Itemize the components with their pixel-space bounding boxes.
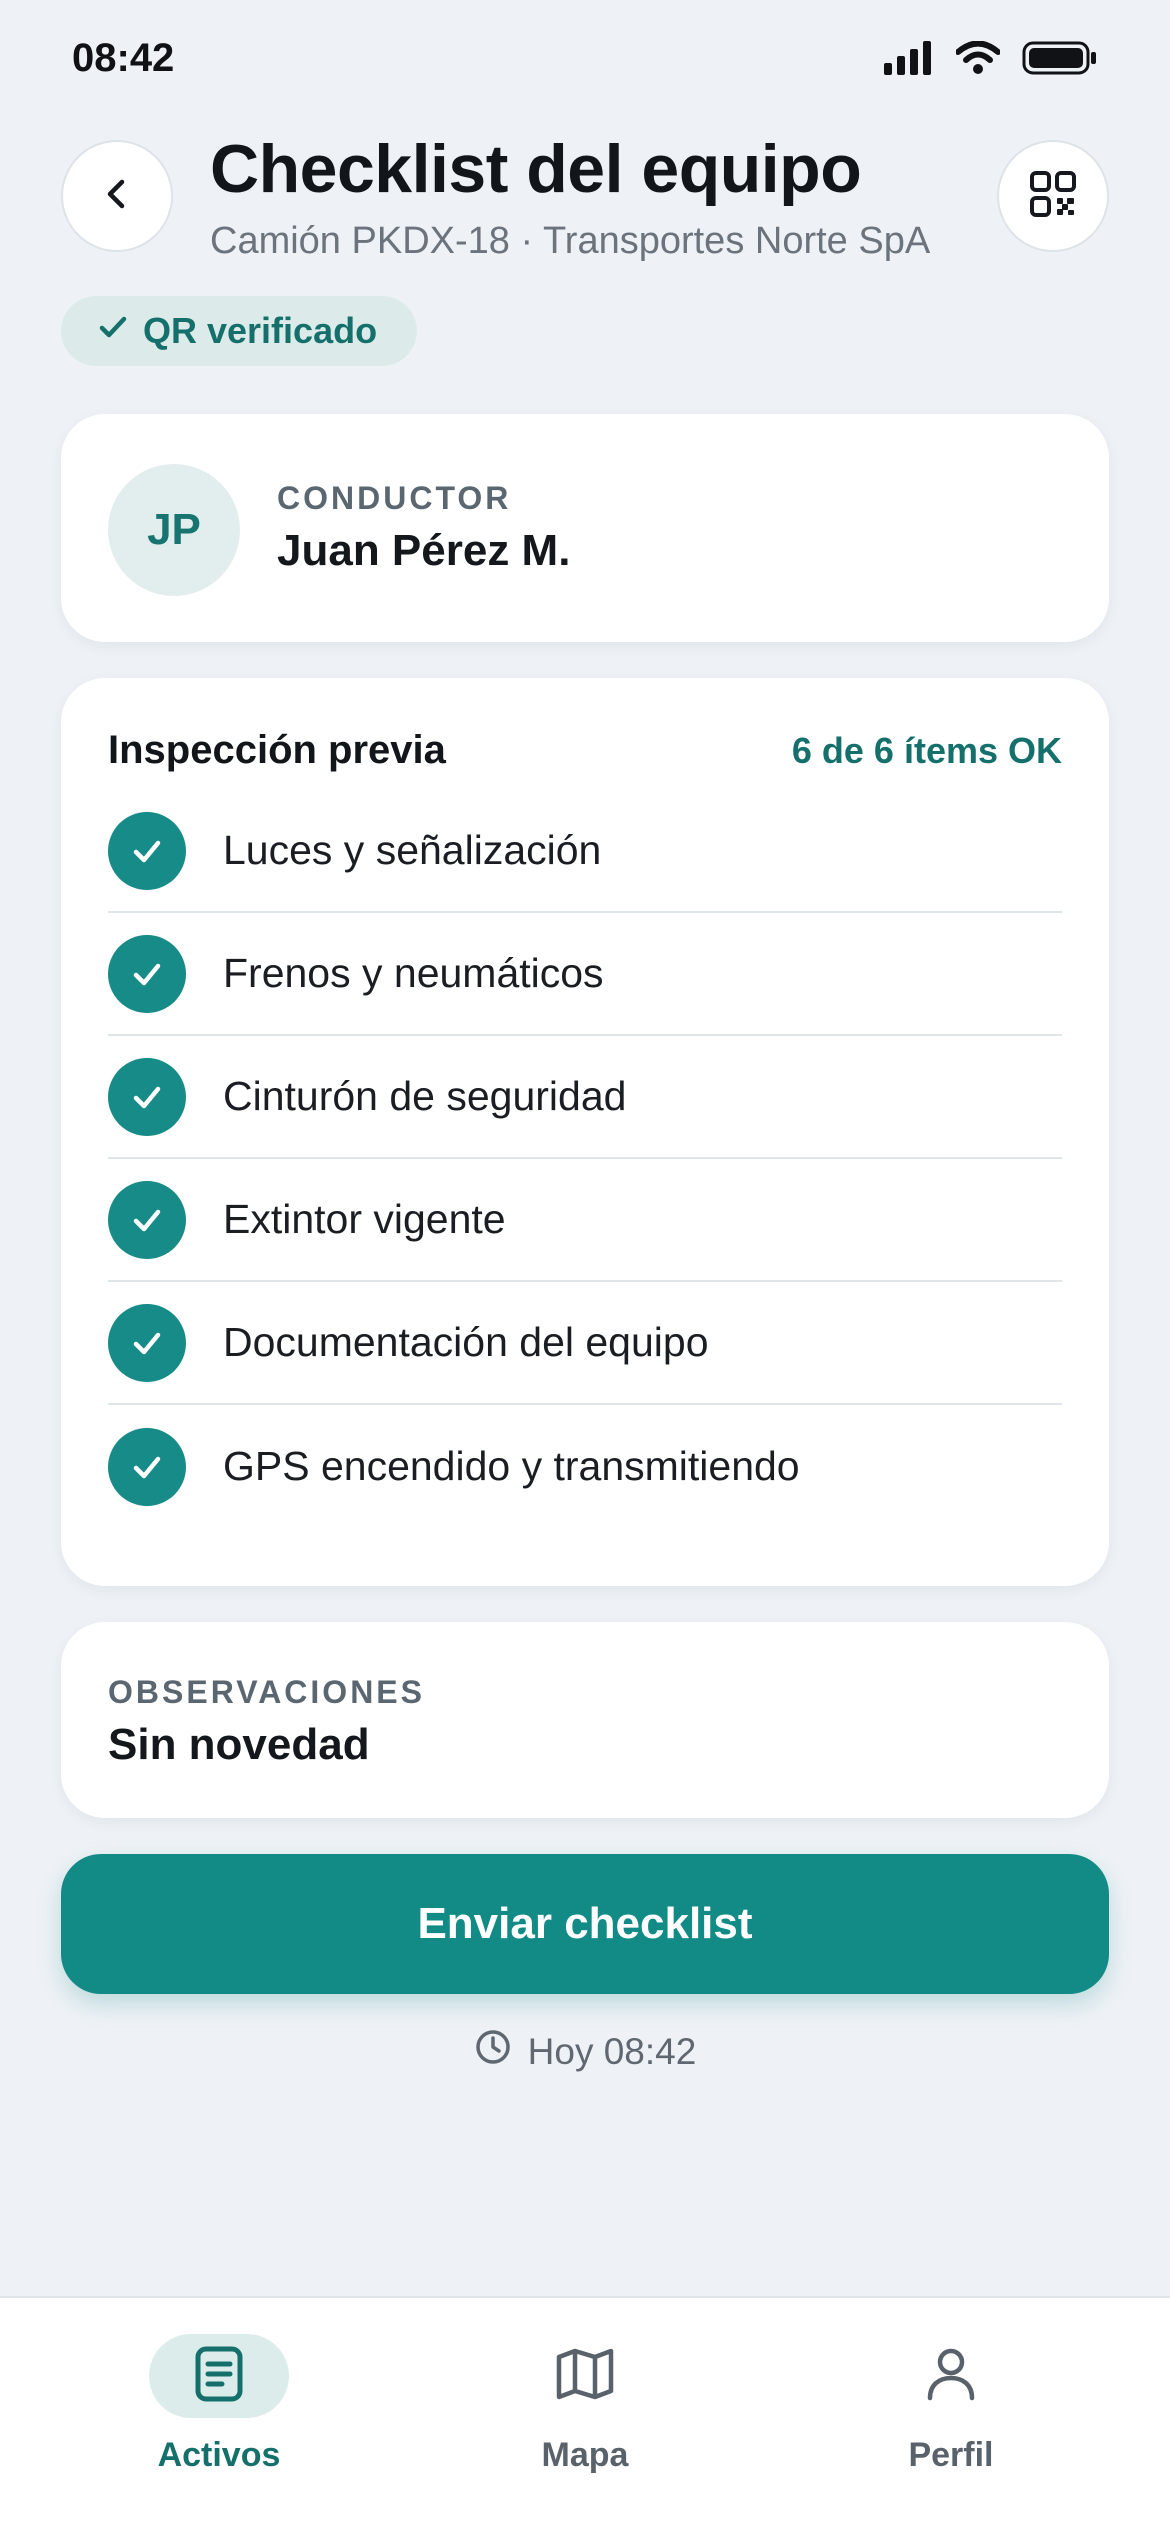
checklist-item[interactable]: Cinturón de seguridad [108,1036,1062,1159]
tab-icon-container [881,2334,1021,2418]
check-circle-icon [108,1427,186,1506]
tab-perfil[interactable]: Perfil [831,2334,1071,2484]
inspection-title: Inspección previa [108,728,446,772]
observations-label: OBSERVACIONES [108,1674,425,1710]
tab-icon-container [515,2334,655,2418]
driver-name: Juan Pérez M. [277,526,571,575]
check-circle-icon [108,1057,186,1136]
checklist-item[interactable]: GPS encendido y transmitiendo [108,1405,1062,1528]
status-icons [884,40,1098,81]
tab-label: Perfil [908,2436,994,2474]
tab-icon-container [149,2334,289,2418]
check-circle-icon [108,811,186,890]
observations-value: Sin novedad [108,1720,370,1769]
qr-scan-button[interactable] [997,140,1109,252]
checklist-item-label: Frenos y neumáticos [223,950,604,996]
checklist: Luces y señalización Frenos y neumáticos… [108,790,1062,1528]
check-circle-icon [108,934,186,1013]
checklist-item[interactable]: Frenos y neumáticos [108,913,1062,1036]
inspection-card: Inspección previa 6 de 6 ítems OK Luces … [61,678,1109,1586]
page-subtitle: Camión PKDX-18 · Transportes Norte SpA [210,220,931,262]
tab-label: Mapa [541,2436,629,2474]
check-circle-icon [108,1180,186,1259]
map-icon [556,2348,614,2405]
driver-card: JP CONDUCTOR Juan Pérez M. [61,414,1109,642]
observations-card[interactable]: OBSERVACIONES Sin novedad [61,1622,1109,1818]
avatar: JP [108,464,240,596]
header: Checklist del equipo Camión PKDX-18 · Tr… [0,130,1170,270]
inspection-count: 6 de 6 ítems OK [791,730,1062,771]
qr-verified-label: QR verificado [143,310,378,351]
battery-icon [1022,40,1098,81]
checklist-item[interactable]: Luces y señalización [108,790,1062,913]
clock-icon [474,2028,512,2075]
wifi-icon [955,40,1001,80]
checklist-item-label: Cinturón de seguridad [223,1073,627,1119]
check-circle-icon [108,1303,186,1382]
tab-activos[interactable]: Activos [99,2334,339,2484]
page-title: Checklist del equipo [210,131,862,207]
timestamp: Hoy 08:42 [0,2028,1170,2075]
checklist-item[interactable]: Documentación del equipo [108,1282,1062,1405]
checklist-item-label: Documentación del equipo [223,1319,709,1365]
tab-label: Activos [157,2436,281,2474]
submit-checklist-button[interactable]: Enviar checklist [61,1854,1109,1994]
driver-label: CONDUCTOR [277,480,512,516]
person-icon [926,2347,976,2406]
tab-mapa[interactable]: Mapa [465,2334,705,2484]
checklist-item-label: Extintor vigente [223,1196,506,1242]
checklist-item-label: Luces y señalización [223,827,602,873]
checklist-item-label: GPS encendido y transmitiendo [223,1443,800,1489]
tab-bar: Activos Mapa Perfil [0,2296,1170,2532]
timestamp-text: Hoy 08:42 [527,2030,697,2072]
status-time: 08:42 [72,36,175,80]
chevron-left-icon [97,174,137,219]
qr-code-icon [1029,170,1077,223]
status-bar: 08:42 [0,0,1170,120]
checklist-item[interactable]: Extintor vigente [108,1159,1062,1282]
cellular-signal-icon [884,41,934,80]
qr-verified-badge: QR verificado [61,296,417,366]
document-icon [193,2346,245,2407]
checkmark-icon [97,310,129,352]
back-button[interactable] [61,140,173,252]
